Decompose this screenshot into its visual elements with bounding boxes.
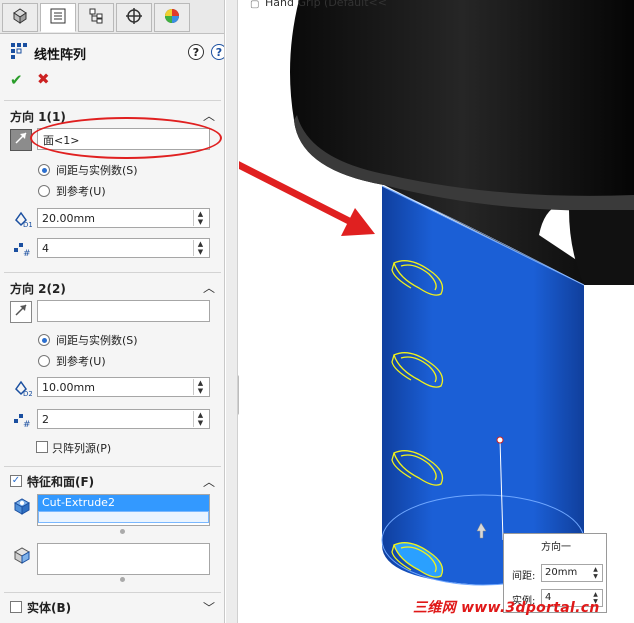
radio-label: 到参考(U) bbox=[56, 185, 106, 198]
bodies-heading: 实体(B) bbox=[27, 601, 72, 615]
property-manager-tab[interactable] bbox=[40, 3, 76, 32]
radio-selected bbox=[38, 164, 50, 176]
faces-to-pattern-icon bbox=[12, 545, 32, 565]
feature-item-cut-extrude2[interactable]: Cut-Extrude2 bbox=[38, 495, 209, 511]
dimxpert-manager-tab[interactable] bbox=[116, 3, 152, 32]
collapse-chevron-up-icon[interactable]: ︿ bbox=[203, 281, 215, 295]
annotation-highlight-ellipse bbox=[30, 117, 222, 159]
linear-pattern-icon bbox=[10, 42, 28, 60]
direction2-heading: 方向 2(2) bbox=[10, 282, 66, 296]
divider bbox=[4, 272, 221, 273]
display-manager-tab[interactable] bbox=[154, 3, 190, 32]
callout-spacing-value: 20mm bbox=[545, 567, 578, 578]
panel-scrollbar[interactable] bbox=[226, 0, 238, 623]
features-to-pattern-icon bbox=[12, 496, 32, 516]
direction2-reverse-button[interactable] bbox=[10, 301, 32, 323]
configuration-manager-icon bbox=[87, 7, 105, 29]
spacing-dimension-icon: D1 bbox=[12, 208, 32, 228]
seed-only-checkbox[interactable] bbox=[36, 441, 48, 453]
reverse-direction-icon bbox=[13, 130, 29, 150]
spinner-arrows-icon[interactable]: ▲ ▼ bbox=[193, 379, 207, 395]
collapse-chevron-up-icon[interactable]: ︿ bbox=[203, 475, 215, 489]
radio-label: 间距与实例数(S) bbox=[56, 164, 138, 177]
direction2-radio-reference[interactable]: 到参考(U) bbox=[38, 353, 106, 369]
model-tree-label[interactable]: Hand Grip (Default<< bbox=[265, 0, 387, 9]
direction1-instances-input[interactable]: 4 ▲ ▼ bbox=[37, 238, 210, 258]
instances-count-icon: # bbox=[12, 409, 32, 429]
feature-title: 线性阵列 bbox=[34, 48, 87, 63]
direction2-instances-input[interactable]: 2 ▲ ▼ bbox=[37, 409, 210, 429]
ok-button[interactable]: ✔ bbox=[10, 71, 23, 89]
svg-text:#: # bbox=[23, 249, 31, 258]
radio-label: 到参考(U) bbox=[56, 355, 106, 368]
svg-text:D1: D1 bbox=[23, 221, 32, 228]
display-manager-icon bbox=[163, 7, 181, 29]
part-icon: ▢ bbox=[250, 0, 260, 10]
watermark: 三维网 www.3dportal.cn bbox=[413, 600, 600, 616]
instances-value: 4 bbox=[42, 242, 49, 255]
features-faces-heading: 特征和面(F) bbox=[27, 475, 95, 489]
model-view bbox=[223, 0, 634, 586]
instances-value: 2 bbox=[42, 413, 49, 426]
divider bbox=[4, 466, 221, 467]
spacing-value: 10.00mm bbox=[42, 381, 95, 394]
cancel-button[interactable]: ✖ bbox=[37, 70, 50, 88]
direction1-radio-spacing[interactable]: 间距与实例数(S) bbox=[38, 162, 138, 178]
spinner-arrows-icon[interactable]: ▲ ▼ bbox=[193, 210, 207, 226]
direction1-reverse-button[interactable] bbox=[10, 129, 32, 151]
manager-tabs bbox=[0, 0, 224, 34]
direction1-spacing-input[interactable]: 20.00mm ▲ ▼ bbox=[37, 208, 210, 228]
spacing-value: 20.00mm bbox=[42, 212, 95, 225]
divider bbox=[4, 100, 221, 101]
radio-label: 间距与实例数(S) bbox=[56, 334, 138, 347]
faces-list[interactable] bbox=[37, 543, 210, 575]
radio-unselected bbox=[38, 185, 50, 197]
dimxpert-manager-icon bbox=[125, 7, 143, 29]
bodies-checkbox[interactable] bbox=[10, 601, 22, 613]
svg-text:D2: D2 bbox=[23, 390, 32, 397]
instances-count-icon: # bbox=[12, 238, 32, 258]
graphics-viewport[interactable]: Hand Grip (Default<< ▢ bbox=[223, 0, 634, 623]
property-manager-panel: 线性阵列 ? ? ✔ ✖ 方向 1(1) ︿ 面<1> 间距与实例数(S) 到参… bbox=[0, 0, 225, 623]
direction2-radio-spacing[interactable]: 间距与实例数(S) bbox=[38, 332, 138, 348]
callout-spacing-label: 间距: bbox=[512, 571, 536, 582]
feature-manager-icon bbox=[11, 7, 29, 29]
spacing-dimension-icon: D2 bbox=[12, 377, 32, 397]
callout-title: 方向一 bbox=[541, 542, 571, 553]
spinner-arrows-icon[interactable]: ▲ ▼ bbox=[193, 411, 207, 427]
property-manager-icon bbox=[49, 7, 67, 29]
direction2-reference-field[interactable] bbox=[37, 300, 210, 322]
resize-grip-icon[interactable] bbox=[120, 529, 125, 534]
callout-spacing-input[interactable]: 20mm ▲ ▼ bbox=[541, 564, 603, 582]
help-icon[interactable]: ? bbox=[188, 44, 204, 60]
features-faces-checkbox[interactable]: ✓ bbox=[10, 475, 22, 487]
divider bbox=[4, 592, 221, 593]
feature-manager-tab[interactable] bbox=[2, 3, 38, 32]
configuration-manager-tab[interactable] bbox=[78, 3, 114, 32]
collapse-chevron-up-icon[interactable]: ︿ bbox=[203, 109, 215, 123]
direction2-spacing-input[interactable]: 10.00mm ▲ ▼ bbox=[37, 377, 210, 397]
resize-grip-icon[interactable] bbox=[120, 577, 125, 582]
svg-text:#: # bbox=[23, 420, 31, 429]
seed-only-label: 只阵列源(P) bbox=[52, 442, 112, 455]
spinner-arrows-icon[interactable]: ▲ ▼ bbox=[590, 566, 601, 580]
feature-header: 线性阵列 ? ? bbox=[0, 36, 224, 66]
direction1-radio-reference[interactable]: 到参考(U) bbox=[38, 183, 106, 199]
spinner-arrows-icon[interactable]: ▲ ▼ bbox=[193, 240, 207, 256]
features-list[interactable]: Cut-Extrude2 bbox=[37, 494, 210, 526]
radio-unselected bbox=[38, 355, 50, 367]
expand-chevron-down-icon[interactable]: ﹀ bbox=[203, 601, 215, 615]
detailed-help-icon[interactable]: ? bbox=[211, 44, 224, 60]
list-empty-row bbox=[38, 511, 209, 523]
reverse-direction-icon bbox=[13, 302, 29, 322]
radio-selected bbox=[38, 334, 50, 346]
